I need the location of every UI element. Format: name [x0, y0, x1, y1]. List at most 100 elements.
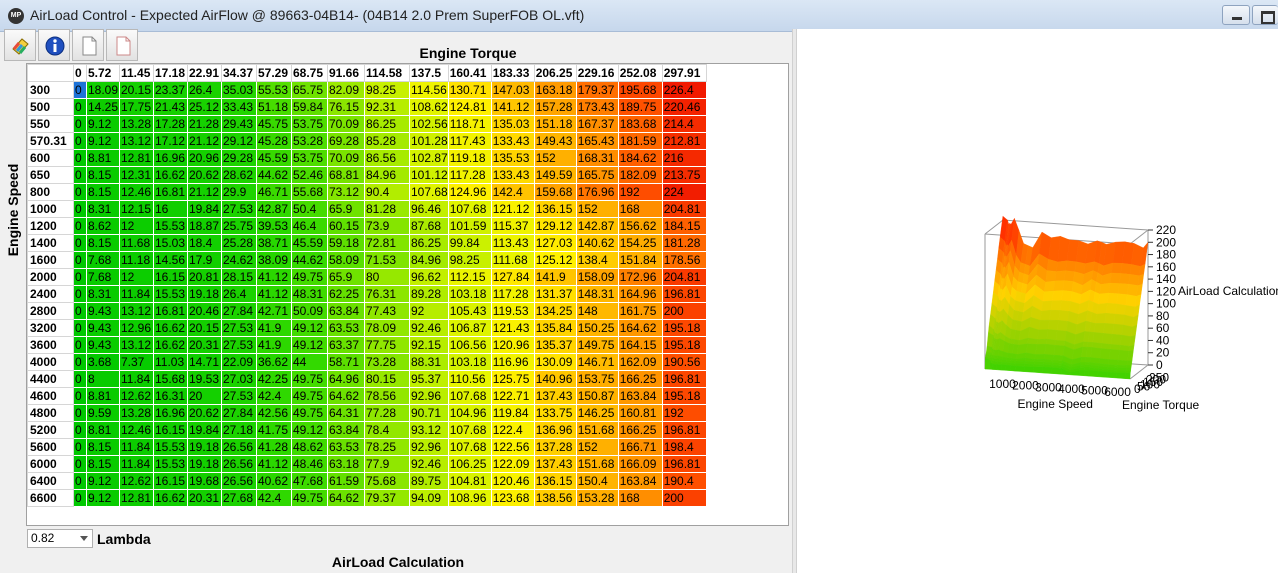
table-cell[interactable]: 86.25	[409, 234, 449, 252]
table-cell[interactable]: 159.68	[533, 183, 577, 201]
table-cell[interactable]: 88.31	[409, 353, 449, 371]
table-cell[interactable]: 140.62	[575, 234, 619, 252]
table-cell[interactable]: 87.68	[409, 217, 449, 235]
table-cell[interactable]: 28.62	[221, 166, 257, 184]
table-cell[interactable]: 121.43	[490, 319, 535, 337]
table-cell[interactable]: 108.62	[409, 98, 449, 116]
table-cell[interactable]: 0	[73, 81, 87, 99]
table-cell[interactable]: 15.53	[153, 438, 188, 456]
table-cell[interactable]: 96.62	[409, 268, 449, 286]
table-cell[interactable]: 68.81	[327, 166, 365, 184]
table-cell[interactable]: 16.15	[153, 421, 188, 439]
table-cell[interactable]: 156.62	[617, 217, 663, 235]
table-cell[interactable]: 86.56	[364, 149, 410, 167]
table-cell[interactable]: 124.81	[447, 98, 492, 116]
table-cell[interactable]: 92.96	[409, 387, 449, 405]
table-cell[interactable]: 125.12	[533, 251, 577, 269]
table-cell[interactable]: 160.81	[617, 404, 663, 422]
table-cell[interactable]: 135.53	[490, 149, 535, 167]
table-cell[interactable]: 12.62	[119, 387, 154, 405]
table-cell[interactable]: 15.53	[153, 285, 188, 303]
table-cell[interactable]: 127.03	[533, 234, 577, 252]
table-cell[interactable]: 18.4	[187, 234, 222, 252]
table-cell[interactable]: 48.31	[291, 285, 328, 303]
table-cell[interactable]: 20.31	[187, 489, 222, 507]
table-cell[interactable]: 98.25	[447, 251, 492, 269]
table-cell[interactable]: 18.87	[187, 217, 222, 235]
table-cell[interactable]: 65.9	[327, 268, 365, 286]
table-cell[interactable]: 98.25	[364, 81, 410, 99]
table-cell[interactable]: 17.12	[153, 132, 188, 150]
table-cell[interactable]: 120.46	[490, 472, 535, 490]
table-cell[interactable]: 15.03	[153, 234, 188, 252]
table-cell[interactable]: 7.37	[119, 353, 154, 371]
table-cell[interactable]: 20.46	[187, 302, 222, 320]
table-cell[interactable]: 150.87	[575, 387, 619, 405]
table-cell[interactable]: 212.81	[661, 132, 707, 150]
table-cell[interactable]: 8.15	[86, 166, 120, 184]
table-cell[interactable]: 69.28	[327, 132, 365, 150]
table-cell[interactable]: 189.75	[617, 98, 663, 116]
table-cell[interactable]: 64.62	[327, 387, 365, 405]
table-cell[interactable]: 13.12	[119, 336, 154, 354]
table-cell[interactable]: 42.87	[256, 200, 292, 218]
table-cell[interactable]: 53.75	[291, 149, 328, 167]
table-cell[interactable]: 196.81	[661, 455, 707, 473]
table-cell[interactable]: 142.4	[490, 183, 535, 201]
table-cell[interactable]: 15.53	[153, 455, 188, 473]
table-cell[interactable]: 78.4	[364, 421, 410, 439]
table-cell[interactable]: 70.09	[327, 149, 365, 167]
table-cell[interactable]: 107.68	[447, 421, 492, 439]
table-cell[interactable]: 136.15	[533, 200, 577, 218]
table-cell[interactable]: 22.09	[221, 353, 257, 371]
table-cell[interactable]: 96.46	[409, 200, 449, 218]
table-cell[interactable]: 73.28	[364, 353, 410, 371]
table-cell[interactable]: 41.12	[256, 285, 292, 303]
table-cell[interactable]: 118.71	[447, 115, 492, 133]
table-cell[interactable]: 99.84	[447, 234, 492, 252]
table-cell[interactable]: 214.4	[661, 115, 707, 133]
table-cell[interactable]: 138.56	[533, 489, 577, 507]
table-cell[interactable]: 108.96	[447, 489, 492, 507]
table-cell[interactable]: 82.09	[327, 81, 365, 99]
table-cell[interactable]: 14.25	[86, 98, 120, 116]
table-cell[interactable]: 140.96	[533, 370, 577, 388]
table-cell[interactable]: 19.18	[187, 438, 222, 456]
table-cell[interactable]: 11.84	[119, 370, 154, 388]
table-cell[interactable]: 127.84	[490, 268, 535, 286]
table-cell[interactable]: 41.9	[256, 336, 292, 354]
table-cell[interactable]: 200	[661, 489, 707, 507]
airflow-grid[interactable]: 0 5.72 11.45 17.18 22.91 34.37 57.29 68.75 91.66…	[27, 64, 707, 507]
table-cell[interactable]: 45.59	[291, 234, 328, 252]
table-cell[interactable]: 165.43	[575, 132, 619, 150]
table-cell[interactable]: 7.68	[86, 251, 120, 269]
table-cell[interactable]: 20.81	[187, 268, 222, 286]
table-cell[interactable]: 183.68	[617, 115, 663, 133]
table-cell[interactable]: 213.75	[661, 166, 707, 184]
table-cell[interactable]: 0	[73, 438, 87, 456]
table-cell[interactable]: 137.28	[533, 438, 577, 456]
table-cell[interactable]: 93.12	[409, 421, 449, 439]
table-cell[interactable]: 94.09	[409, 489, 449, 507]
table-cell[interactable]: 122.71	[490, 387, 535, 405]
table-cell[interactable]: 53.28	[291, 132, 328, 150]
table-cell[interactable]: 20.31	[187, 336, 222, 354]
table-cell[interactable]: 19.84	[187, 200, 222, 218]
table-cell[interactable]: 19.53	[187, 370, 222, 388]
table-cell[interactable]: 13.28	[119, 404, 154, 422]
table-cell[interactable]: 8.15	[86, 234, 120, 252]
table-cell[interactable]: 0	[73, 319, 87, 337]
table-cell[interactable]: 9.12	[86, 472, 120, 490]
table-cell[interactable]: 8.81	[86, 149, 120, 167]
table-cell[interactable]: 92.96	[409, 438, 449, 456]
table-cell[interactable]: 86.25	[364, 115, 410, 133]
airload-surface-chart[interactable]: 220200180160140120100806040200AirLoad Ca…	[797, 29, 1278, 573]
table-cell[interactable]: 0	[73, 183, 87, 201]
table-cell[interactable]: 0	[73, 455, 87, 473]
table-cell[interactable]: 166.25	[617, 421, 663, 439]
table-cell[interactable]: 0	[73, 166, 87, 184]
table-cell[interactable]: 8.15	[86, 183, 120, 201]
table-cell[interactable]: 184.62	[617, 149, 663, 167]
table-cell[interactable]: 19.18	[187, 285, 222, 303]
table-cell[interactable]: 76.15	[327, 98, 365, 116]
